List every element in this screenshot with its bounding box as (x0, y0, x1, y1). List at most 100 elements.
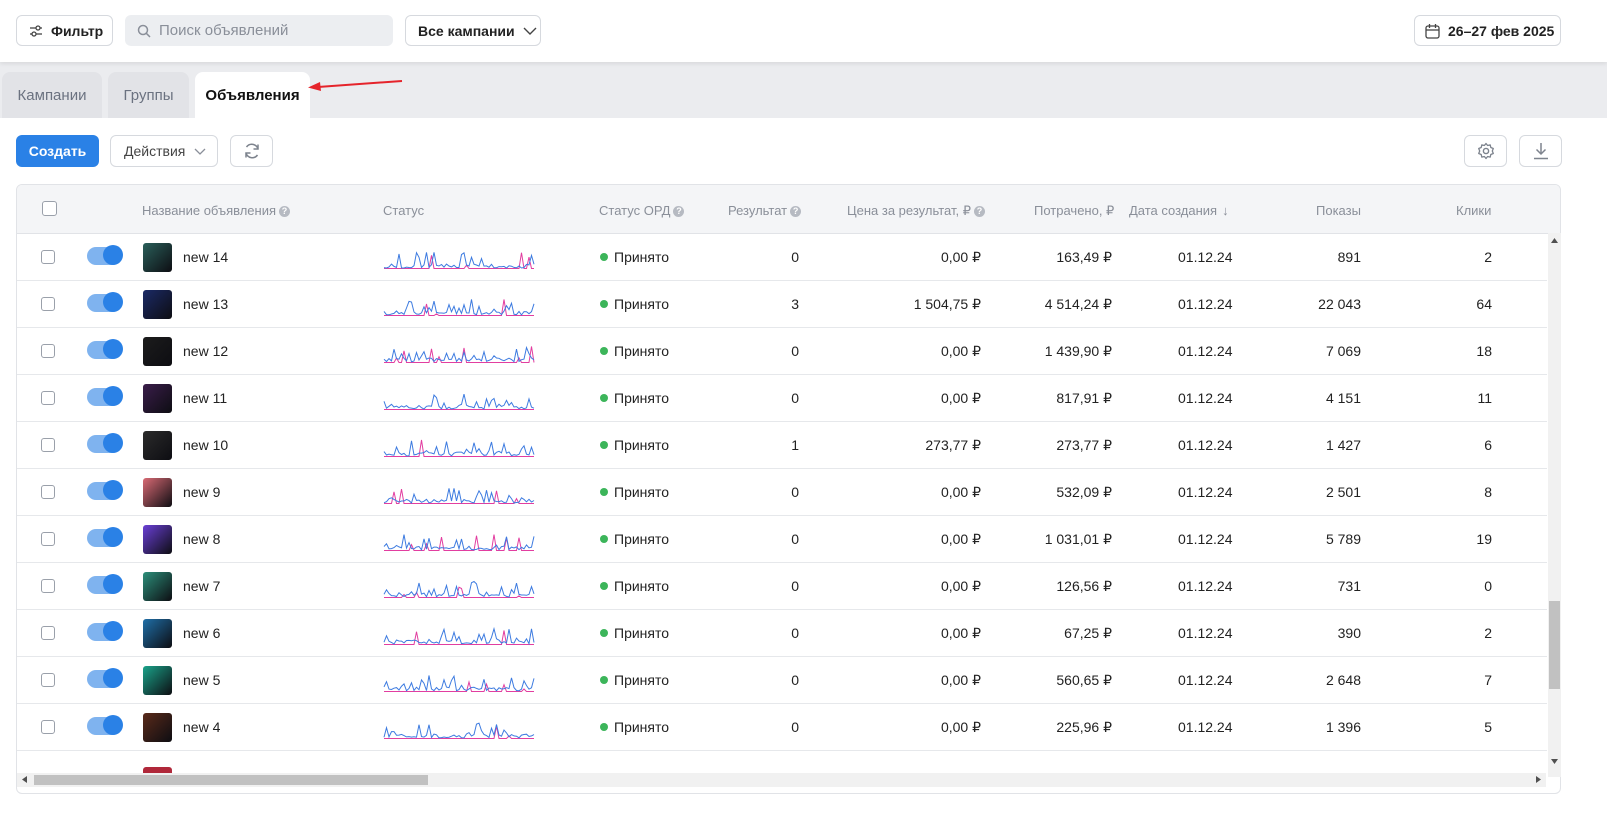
status-toggle[interactable] (87, 339, 123, 359)
horizontal-scroll-thumb[interactable] (34, 775, 428, 785)
ad-name[interactable]: new 11 (183, 390, 227, 406)
select-all-checkbox[interactable] (42, 201, 57, 216)
ord-status: Принято (600, 578, 669, 594)
col-created[interactable]: Дата создания ↓ (1129, 203, 1229, 218)
row-checkbox[interactable] (41, 250, 55, 264)
col-cost-per-result[interactable]: Цена за результат, ₽? (847, 203, 985, 219)
table-row[interactable]: new 8 Принято 0 0,00 ₽ 1 031,01 ₽ 01.12.24 5 7… (17, 516, 1547, 563)
table-row[interactable]: new 6 Принято 0 0,00 ₽ 67,25 ₽ 01.12.24 390 2 (17, 610, 1547, 657)
row-checkbox[interactable] (41, 391, 55, 405)
clicks-value: 64 (1476, 296, 1492, 312)
col-result[interactable]: Результат? (728, 203, 802, 218)
ad-name[interactable]: new 10 (183, 437, 228, 453)
ord-status-label: Принято (614, 484, 670, 500)
status-dot-icon (600, 253, 608, 261)
tab-ads[interactable]: Объявления (195, 72, 310, 118)
row-checkbox[interactable] (41, 485, 55, 499)
table-row[interactable]: new 10 Принято 1 273,77 ₽ 273,77 ₽ 01.12.24 1 … (17, 422, 1547, 469)
ad-name[interactable]: new 4 (183, 719, 220, 735)
download-button[interactable] (1519, 135, 1562, 167)
actions-dropdown[interactable]: Действия (110, 135, 218, 167)
row-checkbox[interactable] (41, 438, 55, 452)
scroll-up-arrow-icon[interactable] (1551, 238, 1558, 243)
status-toggle[interactable] (87, 668, 123, 688)
filter-button[interactable]: Фильтр (16, 15, 113, 46)
ad-name[interactable]: new 8 (183, 531, 220, 547)
col-spent[interactable]: Потрачено, ₽ (1034, 203, 1114, 219)
vertical-scrollbar[interactable] (1548, 233, 1561, 777)
status-toggle[interactable] (87, 245, 123, 265)
ad-thumbnail (143, 525, 172, 554)
table-row[interactable]: new 9 Принято 0 0,00 ₽ 532,09 ₽ 01.12.24 2 501… (17, 469, 1547, 516)
result-value: 3 (791, 296, 799, 312)
ad-name[interactable]: new 13 (183, 296, 228, 312)
table-row[interactable]: new 5 Принято 0 0,00 ₽ 560,65 ₽ 01.12.24 2 648… (17, 657, 1547, 704)
scroll-down-arrow-icon[interactable] (1551, 759, 1558, 764)
status-toggle[interactable] (87, 715, 123, 735)
row-checkbox[interactable] (41, 532, 55, 546)
spent-value: 532,09 ₽ (1056, 484, 1112, 500)
refresh-button[interactable] (230, 135, 273, 167)
row-checkbox[interactable] (41, 579, 55, 593)
status-toggle[interactable] (87, 527, 123, 547)
row-checkbox[interactable] (41, 297, 55, 311)
table-row[interactable]: new 7 Принято 0 0,00 ₽ 126,56 ₽ 01.12.24 731 0 (17, 563, 1547, 610)
search-input[interactable] (159, 22, 379, 39)
col-impressions[interactable]: Показы (1316, 203, 1361, 218)
row-checkbox[interactable] (41, 720, 55, 734)
date-range-button[interactable]: 26–27 фев 2025 (1414, 15, 1561, 46)
col-name[interactable]: Название объявления? (142, 203, 291, 218)
settings-button[interactable] (1464, 135, 1507, 167)
ad-name[interactable]: new 6 (183, 625, 220, 641)
search-box[interactable] (125, 15, 393, 46)
ord-status-label: Принято (614, 578, 670, 594)
table-row[interactable]: new 12 Принято 0 0,00 ₽ 1 439,90 ₽ 01.12.24 7 … (17, 328, 1547, 375)
spent-value: 225,96 ₽ (1056, 719, 1112, 735)
ad-name[interactable]: new 7 (183, 578, 220, 594)
status-toggle[interactable] (87, 386, 123, 406)
row-checkbox[interactable] (41, 344, 55, 358)
spent-value: 273,77 ₽ (1056, 437, 1112, 453)
col-ord-status[interactable]: Статус ОРД? (599, 203, 685, 218)
col-status[interactable]: Статус (383, 203, 424, 218)
campaign-select[interactable]: Все кампании (405, 15, 541, 46)
spent-value: 4 514,24 ₽ (1044, 296, 1112, 312)
status-toggle[interactable] (87, 574, 123, 594)
scroll-left-arrow-icon[interactable] (22, 776, 27, 783)
ad-name[interactable]: new 9 (183, 484, 220, 500)
tab-groups-label: Группы (123, 86, 174, 104)
ad-name[interactable]: new 12 (183, 343, 228, 359)
scroll-right-arrow-icon[interactable] (1536, 776, 1541, 783)
help-icon[interactable]: ? (973, 206, 985, 217)
impressions-value: 4 151 (1325, 390, 1361, 406)
help-icon[interactable]: ? (790, 206, 802, 217)
created-date: 01.12.24 (1178, 719, 1233, 735)
clicks-value: 8 (1484, 484, 1492, 500)
created-date: 01.12.24 (1178, 390, 1233, 406)
col-clicks[interactable]: Клики (1456, 203, 1491, 218)
created-date: 01.12.24 (1178, 578, 1233, 594)
status-toggle[interactable] (87, 480, 123, 500)
status-toggle[interactable] (87, 292, 123, 312)
help-icon[interactable]: ? (279, 206, 291, 217)
vertical-scroll-thumb[interactable] (1549, 601, 1560, 689)
cost-per-result-value: 1 504,75 ₽ (913, 296, 981, 312)
ad-thumbnail (143, 337, 172, 366)
horizontal-scrollbar[interactable] (17, 773, 1546, 787)
ad-name[interactable]: new 5 (183, 672, 220, 688)
ad-name[interactable]: new 14 (183, 249, 228, 265)
table-row[interactable]: new 13 Принято 3 1 504,75 ₽ 4 514,24 ₽ 01.12.… (17, 281, 1547, 328)
help-icon[interactable]: ? (673, 206, 685, 217)
status-toggle[interactable] (87, 621, 123, 641)
row-checkbox[interactable] (41, 673, 55, 687)
create-button[interactable]: Создать (16, 135, 99, 167)
tab-campaigns[interactable]: Кампании (2, 72, 102, 118)
tab-groups[interactable]: Группы (108, 72, 189, 118)
table-row[interactable]: new 4 Принято 0 0,00 ₽ 225,96 ₽ 01.12.24 1 396… (17, 704, 1547, 751)
spent-value: 817,91 ₽ (1056, 390, 1112, 406)
status-toggle[interactable] (87, 433, 123, 453)
table-row[interactable]: new 11 Принято 0 0,00 ₽ 817,91 ₽ 01.12.24 4 15… (17, 375, 1547, 422)
status-dot-icon (600, 582, 608, 590)
table-row[interactable]: new 14 Принято 0 0,00 ₽ 163,49 ₽ 01.12.24 891 2 (17, 234, 1547, 281)
row-checkbox[interactable] (41, 626, 55, 640)
